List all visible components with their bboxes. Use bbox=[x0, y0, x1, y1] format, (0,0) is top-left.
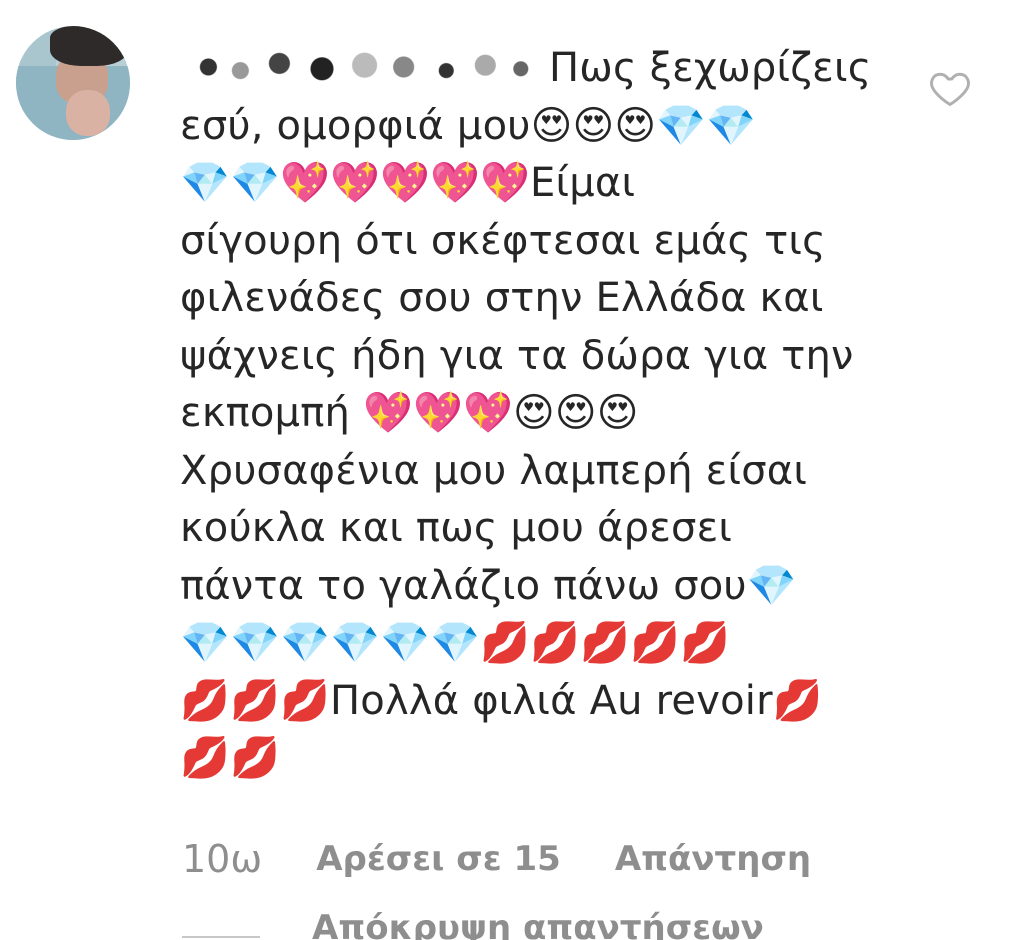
comment-line: ψάχνεις ήδη για τα δώρα για την bbox=[180, 332, 854, 379]
comment-line: Χρυσαφένια μου λαμπερή είσαι bbox=[180, 447, 808, 494]
avatar-blur-region bbox=[50, 26, 128, 66]
comment-line: πάντα το γαλάζιο πάνω σου💎 bbox=[180, 562, 797, 609]
hide-replies-button[interactable]: Απόκρυψη απαντήσεων bbox=[182, 908, 764, 940]
divider-line bbox=[182, 936, 260, 938]
comment-line-text: Πως ξεχωρίζεις bbox=[549, 45, 872, 91]
comment-line: σίγουρη ότι σκέφτεσαι εμάς τις bbox=[180, 217, 826, 264]
comment-view: Πως ξεχωρίζεις εσύ, ομορφιά μου😍😍😍💎💎 💎💎💖… bbox=[0, 0, 1024, 940]
avatar-blur-region bbox=[66, 90, 110, 136]
redacted-username bbox=[180, 49, 535, 85]
comment-footer: 10ω Αρέσει σε 15 Απάντηση bbox=[182, 834, 811, 884]
comment-line: φιλενάδες σου στην Ελλάδα και bbox=[180, 275, 824, 321]
comment-text: Πως ξεχωρίζεις εσύ, ομορφιά μου😍😍😍💎💎 💎💎💖… bbox=[180, 40, 880, 788]
hide-replies-label: Απόκρυψη απαντήσεων bbox=[312, 908, 764, 940]
comment-line: 💎💎💎💎💎💎💋💋💋💋💋 bbox=[180, 620, 731, 666]
comment-line: εσύ, ομορφιά μου😍😍😍💎💎 bbox=[180, 102, 757, 149]
avatar[interactable] bbox=[16, 26, 130, 140]
likes-count-button[interactable]: Αρέσει σε 15 bbox=[316, 839, 561, 879]
comment-line: 💋💋💋Πολλά φιλιά Au revoir💋 bbox=[180, 677, 823, 724]
comment-line: 💋💋 bbox=[180, 735, 281, 781]
comment-line: 💎💎💖💖💖💖💖Είμαι bbox=[180, 160, 636, 206]
timestamp[interactable]: 10ω bbox=[182, 837, 262, 881]
comment-line: κούκλα και πως μου άρεσει bbox=[180, 505, 733, 551]
heart-outline-icon[interactable] bbox=[928, 66, 972, 110]
comment-line-1: Πως ξεχωρίζεις bbox=[180, 40, 880, 98]
comment-line: εκπομπή 💖💖💖😍😍😍 bbox=[180, 390, 639, 436]
reply-button[interactable]: Απάντηση bbox=[615, 839, 811, 879]
